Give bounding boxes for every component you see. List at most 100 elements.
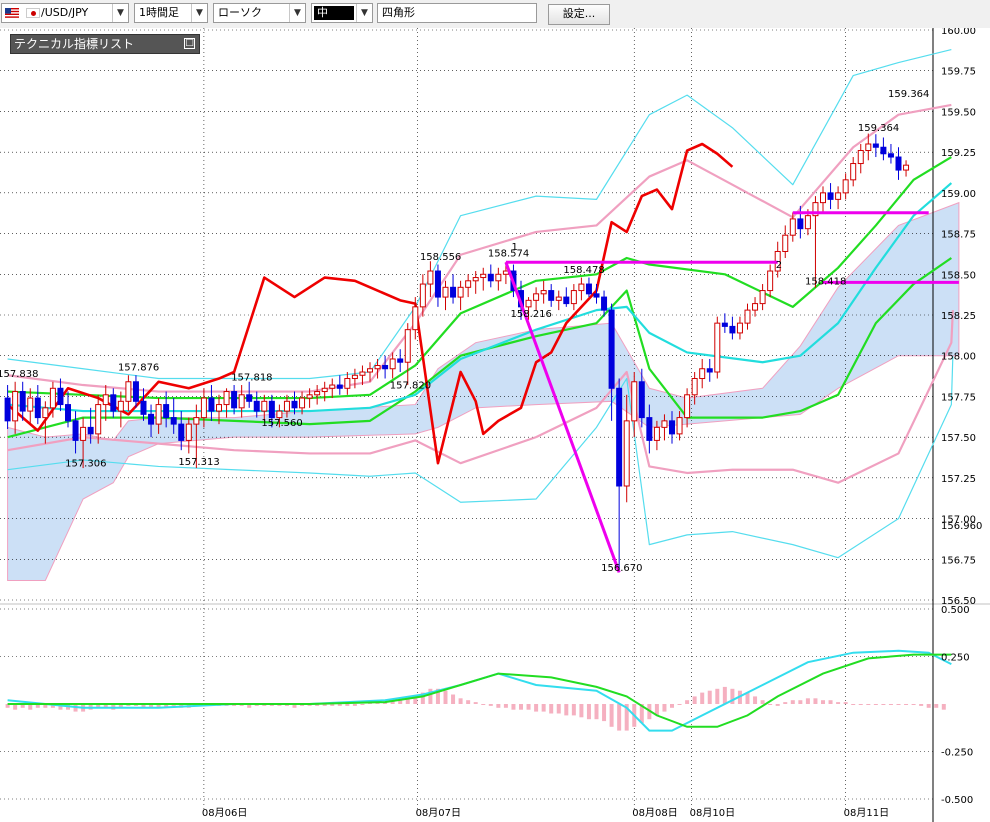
candle-body: [4, 397, 11, 422]
candle-body: [276, 410, 283, 419]
macd-histogram-bar: [919, 704, 924, 706]
chart-type-select[interactable]: ローソク ▼: [213, 3, 306, 23]
candle-body: [827, 192, 834, 200]
macd-histogram-bar: [828, 700, 833, 704]
macd-histogram-bar: [609, 704, 614, 727]
candle-body: [684, 394, 691, 419]
candle-body: [208, 397, 215, 412]
candle-body: [616, 387, 623, 487]
candle-body: [80, 426, 87, 441]
macd-histogram-bar: [722, 686, 727, 704]
macd-histogram-bar: [458, 698, 463, 704]
macd-histogram-bar: [337, 704, 342, 706]
macd-histogram-bar: [511, 704, 516, 710]
candle-body: [216, 404, 222, 412]
candle-body: [314, 391, 321, 396]
macd-histogram-bar: [926, 704, 931, 708]
candle-body: [570, 290, 577, 305]
macd-histogram-bar: [760, 700, 765, 704]
macd-histogram-bar: [700, 692, 705, 704]
candle-body: [472, 277, 479, 282]
candle-body: [759, 290, 766, 305]
candle-body: [676, 417, 683, 435]
macd-histogram-bar: [821, 700, 825, 704]
candle-body: [261, 400, 268, 412]
macd-histogram-bar: [858, 704, 863, 705]
price-annotation: 157.560: [261, 418, 302, 429]
candle-body: [329, 384, 336, 389]
symbol-select[interactable]: /USD/JPY ▼: [1, 3, 129, 23]
candle-body: [480, 273, 487, 279]
macd-histogram-bar: [541, 704, 546, 712]
drawing-tool-label: 四角形: [382, 6, 415, 19]
candle-body: [102, 394, 109, 406]
us-flag-icon: [5, 8, 19, 18]
macd-histogram-bar: [707, 690, 712, 704]
macd-histogram-bar: [443, 690, 448, 704]
candle-body: [344, 378, 351, 389]
candle-body: [65, 404, 71, 422]
y-tick-label: 158.25: [941, 311, 976, 322]
candle-body: [49, 387, 56, 409]
candle-body: [669, 420, 675, 435]
macd-histogram-bar: [360, 704, 365, 705]
macd-histogram-bar: [496, 704, 501, 708]
macd-histogram-bar: [617, 704, 622, 731]
macd-histogram-bar: [805, 698, 810, 704]
chart-area[interactable]: 157.838 157.876 157.306 157.313 157.818 157.5…: [0, 28, 990, 822]
macd-histogram-bar: [345, 704, 350, 706]
candle-body: [283, 400, 290, 412]
macd-y-tick-label: -0.500: [941, 795, 973, 806]
candle-body: [367, 368, 373, 373]
candle-body: [336, 384, 343, 389]
macd-histogram-bar: [775, 704, 780, 706]
macd-histogram-bar: [594, 704, 599, 720]
candle-body: [548, 290, 555, 301]
macd-histogram-bar: [881, 704, 886, 705]
technical-indicator-list-panel[interactable]: テクニカル指標リスト □: [10, 34, 200, 54]
macd-histogram-bar: [519, 704, 523, 710]
candle-body: [820, 192, 826, 204]
macd-histogram-bar: [586, 704, 591, 720]
expand-icon[interactable]: □: [184, 38, 195, 49]
macd-histogram-bar: [466, 700, 471, 704]
x-tick-label: 08月08日: [632, 807, 677, 819]
macd-histogram-bar: [503, 704, 508, 708]
y-tick-label: 159.75: [941, 67, 976, 78]
candle-body: [835, 192, 842, 200]
candle-body: [246, 394, 253, 402]
candle-body: [623, 420, 630, 487]
candle-body: [653, 426, 660, 441]
price-annotation: 2: [776, 260, 782, 271]
macd-histogram-bar: [934, 704, 939, 708]
y-tick-label: 160.00: [941, 28, 976, 37]
macd-histogram-bar: [685, 700, 690, 704]
timeframe-select[interactable]: 1時間足 ▼: [134, 3, 208, 23]
macd-histogram-bar: [481, 704, 486, 705]
macd-y-tick-label: 0.250: [941, 653, 970, 664]
macd-histogram-bar: [571, 704, 576, 716]
line-width-select[interactable]: 中 ▼: [311, 3, 373, 23]
candle-body: [533, 293, 540, 301]
settings-button[interactable]: 設定...: [548, 4, 610, 25]
macd-histogram-bar: [843, 702, 848, 704]
y-tick-label: 159.50: [941, 107, 976, 118]
candle-body: [306, 394, 313, 399]
candle-body: [291, 400, 298, 409]
candle-body: [729, 325, 736, 334]
macd-histogram-bar: [677, 704, 682, 705]
y-tick-label: 157.75: [941, 392, 976, 403]
candle-body: [563, 296, 570, 305]
candle-body: [782, 234, 789, 252]
candle-body: [661, 420, 668, 428]
price-annotation: 158.556: [420, 252, 461, 263]
candle-body: [427, 270, 434, 285]
candle-body: [646, 417, 653, 441]
candle-body: [185, 423, 192, 441]
macd-histogram-bar: [692, 696, 697, 704]
drawing-tool-field[interactable]: 四角形: [377, 3, 537, 23]
x-tick-label: 08月10日: [690, 807, 735, 819]
candle-body: [268, 400, 275, 419]
candle-body: [125, 381, 132, 402]
candle-body: [789, 218, 796, 236]
